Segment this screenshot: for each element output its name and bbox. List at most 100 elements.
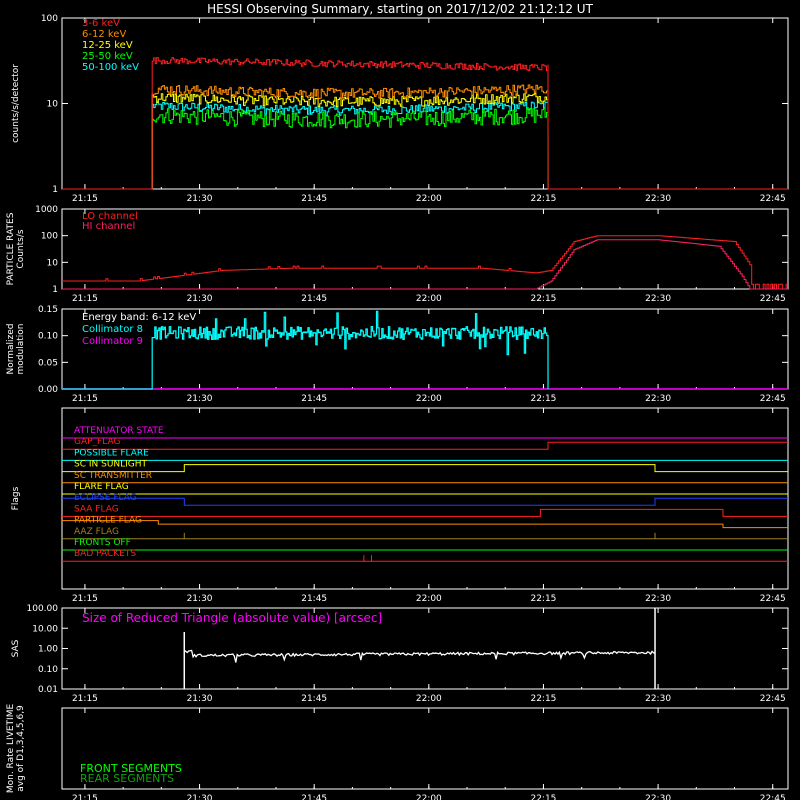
x-tick-label: 21:15 — [72, 294, 98, 304]
y-tick-label: 1 — [52, 285, 58, 295]
x-tick-label: 21:30 — [187, 394, 213, 404]
flag-label: SC TRANSMITTER — [74, 471, 152, 481]
y-tick-label: 100.00 — [27, 604, 59, 614]
x-tick-label: 22:45 — [760, 794, 786, 800]
x-tick-label: 21:30 — [187, 794, 213, 800]
legend-entry: Collimator 9 — [82, 336, 143, 347]
flag-line — [62, 497, 788, 506]
lo-channel-line — [62, 235, 788, 290]
legend-entry: REAR SEGMENTS — [80, 772, 174, 785]
flag-label: GAP_FLAG — [74, 437, 120, 447]
x-tick-label: 21:15 — [72, 394, 98, 404]
y-tick-label: 0.15 — [38, 305, 58, 315]
x-tick-label: 21:45 — [301, 794, 327, 800]
x-tick-label: 22:15 — [530, 394, 556, 404]
rate-series-line — [62, 107, 788, 190]
y-tick-label: 0.00 — [38, 385, 58, 395]
x-tick-label: 22:15 — [530, 294, 556, 304]
flag-label: SAA FLAG — [74, 504, 119, 514]
legend-entry: HI channel — [82, 221, 135, 232]
rate-series-line — [62, 100, 788, 190]
y-tick-label: 0.10 — [38, 332, 58, 342]
x-tick-label: 22:30 — [645, 794, 671, 800]
x-tick-label: 22:45 — [760, 694, 786, 704]
x-tick-label: 22:30 — [645, 394, 671, 404]
x-tick-label: 22:30 — [645, 194, 671, 204]
flag-label: AAZ FLAG — [74, 527, 119, 537]
x-tick-label: 22:45 — [760, 594, 786, 604]
panel2-ylabel: Counts/s — [16, 229, 26, 268]
flag-line — [62, 508, 788, 517]
panel3-ylabel: modulation — [16, 324, 26, 375]
x-tick-label: 21:30 — [187, 694, 213, 704]
x-tick-label: 22:45 — [760, 294, 786, 304]
x-tick-label: 21:15 — [72, 794, 98, 800]
x-tick-label: 22:15 — [530, 794, 556, 800]
x-tick-label: 21:45 — [301, 294, 327, 304]
y-tick-label: 1.00 — [38, 645, 58, 655]
x-tick-label: 22:15 — [530, 694, 556, 704]
x-tick-label: 21:30 — [187, 294, 213, 304]
x-tick-label: 22:00 — [416, 794, 442, 800]
sas-line — [183, 649, 656, 663]
x-tick-label: 22:45 — [760, 194, 786, 204]
x-tick-label: 21:45 — [301, 594, 327, 604]
y-tick-label: 10 — [47, 258, 59, 268]
legend-entry: 3-6 keV — [82, 18, 120, 29]
y-tick-label: 0.01 — [38, 685, 58, 695]
panel3-ylabel: Normalized — [6, 323, 16, 374]
y-tick-label: 0.05 — [38, 358, 58, 368]
x-tick-label: 22:45 — [760, 394, 786, 404]
x-tick-label: 21:45 — [301, 394, 327, 404]
x-tick-label: 22:30 — [645, 294, 671, 304]
x-tick-label: 21:15 — [72, 694, 98, 704]
x-tick-label: 22:15 — [530, 594, 556, 604]
panel6-ylabel: Mon. Rate LIVETIME — [6, 704, 16, 794]
flag-line — [62, 441, 788, 450]
x-tick-label: 22:30 — [645, 594, 671, 604]
y-tick-label: 1 — [52, 185, 58, 195]
x-tick-label: 22:30 — [645, 694, 671, 704]
x-tick-label: 22:00 — [416, 294, 442, 304]
x-tick-label: 21:15 — [72, 594, 98, 604]
panel5-ylabel: SAS — [11, 639, 21, 657]
panel2-ylabel: PARTICLE RATES — [6, 212, 16, 285]
x-tick-label: 22:00 — [416, 694, 442, 704]
energy-band-label: Energy band: 6-12 keV — [82, 312, 196, 323]
x-tick-label: 21:45 — [301, 194, 327, 204]
hessi-summary-root: HESSI Observing Summary, starting on 201… — [0, 0, 800, 800]
x-tick-label: 21:45 — [301, 694, 327, 704]
flag-label: POSSIBLE FLARE — [74, 448, 149, 458]
panel1-ylabel: counts/s/detector — [11, 64, 21, 143]
legend-entry: 50-100 keV — [82, 62, 139, 73]
x-tick-label: 21:30 — [187, 194, 213, 204]
legend-entry: 12-25 keV — [82, 40, 133, 51]
panel4-ylabel: Flags — [11, 486, 21, 510]
legend-entry: 6-12 keV — [82, 29, 126, 40]
flag-line — [62, 464, 788, 473]
flag-label: FRONTS OFF — [74, 538, 131, 548]
sas-annotation: Size of Reduced Triangle (absolute value… — [82, 611, 382, 625]
legend-entry: 25-50 keV — [82, 51, 133, 62]
flag-label: BAD PACKETS — [74, 549, 136, 559]
y-tick-label: 100 — [41, 14, 58, 24]
flag-label: SC IN SUNLIGHT — [74, 460, 148, 470]
x-tick-label: 21:30 — [187, 594, 213, 604]
flag-line — [62, 520, 788, 529]
flag-label: FLARE FLAG — [74, 482, 129, 492]
y-tick-label: 1000 — [35, 205, 58, 215]
panel6-ylabel: avg of D1,3,4,5,6,9 — [16, 705, 26, 792]
hessi-summary-chart: HESSI Observing Summary, starting on 201… — [6, 2, 789, 800]
x-tick-label: 22:00 — [416, 594, 442, 604]
flag-label: ATTENUATOR STATE — [74, 426, 164, 436]
legend-entry: Collimator 8 — [82, 324, 143, 335]
x-tick-label: 22:00 — [416, 394, 442, 404]
y-tick-label: 10.00 — [32, 624, 58, 634]
y-tick-label: 0.10 — [38, 665, 58, 675]
y-tick-label: 100 — [41, 232, 58, 242]
chart-title: HESSI Observing Summary, starting on 201… — [207, 2, 593, 16]
x-tick-label: 22:15 — [530, 194, 556, 204]
hi-channel-line — [62, 239, 788, 290]
x-tick-label: 22:00 — [416, 194, 442, 204]
x-tick-label: 21:15 — [72, 194, 98, 204]
